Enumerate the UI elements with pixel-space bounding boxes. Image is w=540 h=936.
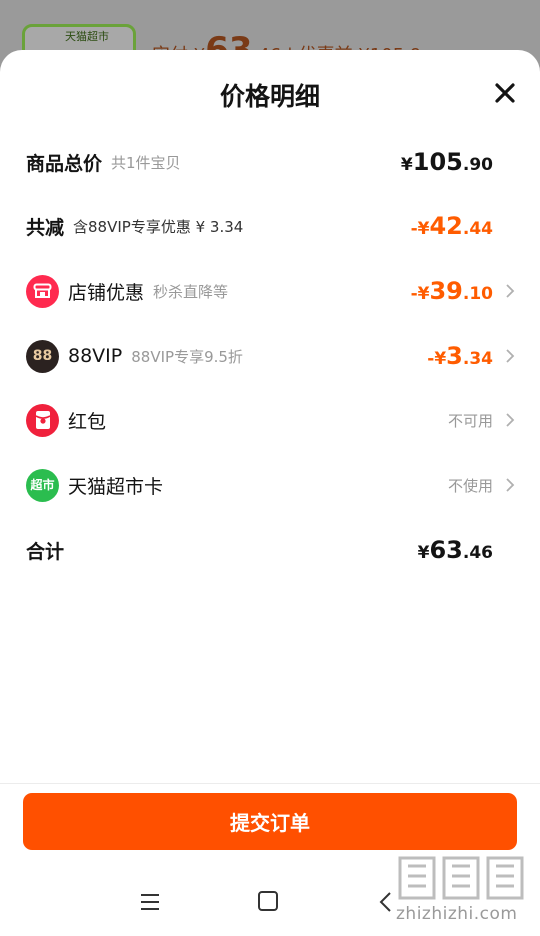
total-price-amount: ¥105.90	[401, 142, 493, 182]
item-count: 共1件宝贝	[111, 153, 181, 172]
chevron-right-icon	[506, 349, 515, 363]
app-root: 天猫超市 实付 ¥63.46 | 优惠前 ¥105.9 价格明细 商品总价 共1…	[0, 0, 540, 936]
row-redpack-left: 红包	[26, 400, 106, 440]
grand-total-amount: ¥63.46	[418, 530, 493, 570]
row-sum-left: 合计	[26, 530, 64, 570]
88vip-icon-text: 88	[32, 348, 53, 364]
row-reduce-left: 共减 含88VIP专享优惠 ¥ 3.34	[26, 206, 243, 246]
row-88vip[interactable]: 88 88VIP 88VIP专享9.5折 -¥3.34	[0, 336, 540, 376]
88vip-icon: 88	[26, 339, 59, 373]
row-total-reduction: 共减 含88VIP专享优惠 ¥ 3.34 -¥42.44	[0, 206, 540, 246]
tmall-icon-text: 超市	[30, 478, 55, 492]
currency-symbol: -¥	[410, 219, 430, 239]
amount-int: 105	[412, 148, 463, 176]
reduction-note: 含88VIP专享优惠 ¥ 3.34	[73, 217, 244, 236]
amount-int: 63	[429, 536, 463, 564]
reduction-amount: -¥42.44	[411, 206, 493, 246]
tmall-card-status: 不使用	[448, 465, 493, 505]
row-grand-total: 合计 ¥63.46	[0, 530, 540, 570]
amount-dec: .10	[462, 284, 493, 304]
amount-dec: .44	[462, 219, 493, 239]
amount-int: 3	[446, 342, 463, 370]
reduction-label: 共减	[26, 216, 65, 239]
row-total-price: 商品总价 共1件宝贝 ¥105.90	[0, 142, 540, 182]
shop-discount-note: 秒杀直降等	[153, 282, 229, 301]
vip-discount-amount: -¥3.34	[427, 336, 493, 376]
currency-symbol: -¥	[427, 349, 447, 369]
shop-icon	[26, 274, 59, 308]
amount-int: 42	[429, 212, 463, 240]
recent-apps-icon[interactable]	[140, 892, 160, 912]
currency-symbol: ¥	[400, 155, 413, 175]
amount-dec: .90	[462, 155, 493, 175]
row-tmall-supermarket-card[interactable]: 超市 天猫超市卡 不使用	[0, 465, 540, 505]
currency-symbol: ¥	[417, 543, 430, 563]
tmall-card-status-text: 不使用	[447, 476, 493, 495]
grand-total-label: 合计	[26, 540, 65, 563]
total-price-label: 商品总价	[26, 152, 103, 175]
submit-order-button[interactable]: 提交订单	[23, 793, 517, 850]
red-envelope-status-text: 不可用	[447, 411, 493, 430]
vip-note: 88VIP专享9.5折	[131, 347, 243, 366]
watermark-text: zhizhizhi.com	[396, 904, 518, 924]
chevron-right-icon	[506, 478, 515, 492]
row-total-left: 商品总价 共1件宝贝	[26, 142, 181, 182]
sheet-title: 价格明细	[219, 82, 320, 111]
red-envelope-label: 红包	[68, 410, 107, 433]
thumbnail-tag: 天猫超市	[65, 30, 109, 43]
red-envelope-status: 不可用	[448, 400, 493, 440]
row-vip-left: 88 88VIP 88VIP专享9.5折	[26, 336, 243, 376]
tmall-card-label: 天猫超市卡	[68, 475, 164, 498]
amount-dec: .34	[462, 349, 493, 369]
red-envelope-icon	[26, 403, 59, 437]
shop-discount-label: 店铺优惠	[68, 281, 145, 304]
amount-dec: .46	[462, 543, 493, 563]
amount-int: 39	[429, 277, 463, 305]
currency-symbol: -¥	[410, 284, 430, 304]
row-shop-discount[interactable]: 店铺优惠 秒杀直降等 -¥39.10	[0, 271, 540, 311]
chevron-right-icon	[506, 413, 515, 427]
footer-divider	[0, 783, 540, 784]
close-icon[interactable]	[494, 82, 516, 104]
row-red-envelope[interactable]: 红包 不可用	[0, 400, 540, 440]
vip-label: 88VIP	[68, 345, 123, 367]
shop-discount-amount: -¥39.10	[411, 271, 493, 311]
tmall-supermarket-icon: 超市	[26, 468, 59, 502]
row-shop-left: 店铺优惠 秒杀直降等	[26, 271, 228, 311]
chevron-right-icon	[506, 284, 515, 298]
row-tmall-left: 超市 天猫超市卡	[26, 465, 163, 505]
home-icon[interactable]	[257, 890, 279, 912]
